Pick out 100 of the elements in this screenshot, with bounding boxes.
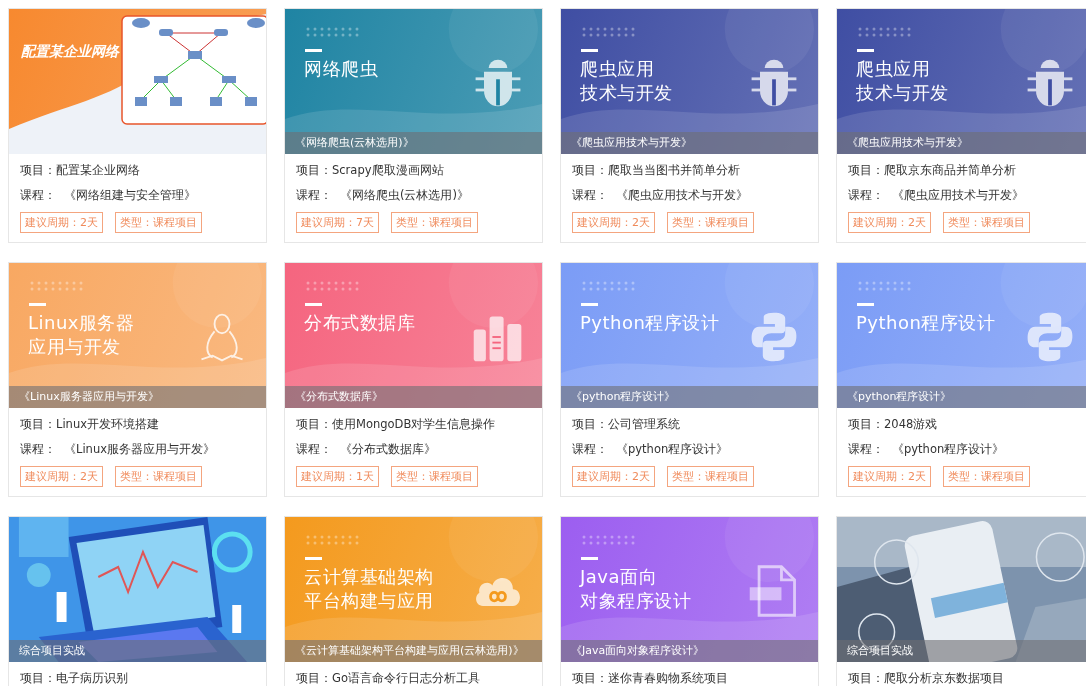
dot-pattern-icon bbox=[305, 535, 361, 545]
project-name: 项目：使用MongoDB对学生信息操作 bbox=[296, 416, 497, 432]
course-card[interactable]: 配置某企业网络 项目：配置某企业网络 课程： 《网络组建与安全管理》 建议周期：2天 类型：课程项目 bbox=[8, 8, 267, 243]
course-name: 《网络爬虫(云林选用)》 bbox=[340, 188, 469, 202]
info-tag: 建议周期：2天 bbox=[572, 212, 655, 233]
course-label: 课程： bbox=[572, 442, 608, 456]
course-label: 课程： bbox=[848, 188, 884, 202]
cover-title: Python程序设计 bbox=[856, 311, 996, 335]
dot-pattern-icon bbox=[581, 281, 637, 291]
cover-caption: 《云计算基础架构平台构建与应用(云林选用)》 bbox=[285, 640, 542, 662]
project-name: 项目：爬取当当图书并简单分析 bbox=[572, 162, 741, 178]
info-tag: 类型：课程项目 bbox=[391, 212, 478, 233]
info-tag: 建议周期：2天 bbox=[20, 212, 103, 233]
course-card[interactable]: Linux服务器 应用与开发 《Linux服务器应用与开发》 项目：Linux开发环境搭建 课程： 《Linux服务器应用与开发》 建议周期：2天 类型：课程项目 bbox=[8, 262, 267, 497]
course-label: 课程： bbox=[20, 442, 56, 456]
cover-title: 爬虫应用 bbox=[580, 57, 655, 81]
info-tag: 建议周期：2天 bbox=[20, 466, 103, 487]
title-dash bbox=[857, 49, 874, 52]
course-card[interactable]: 云计算基础架构 平台构建与应用 《云计算基础架构平台构建与应用(云林选用)》 项目：Go语言命令行日志分析工具 bbox=[284, 516, 543, 686]
cover-title: 技术与开发 bbox=[580, 81, 673, 105]
cover-title: Java面向 bbox=[580, 565, 659, 589]
course-card[interactable]: 爬虫应用 技术与开发 《爬虫应用技术与开发》 项目：爬取当当图书并简单分析 课程： 《爬虫应用技术与开发》 建议周期：2天 类型：课程项目 bbox=[560, 8, 819, 243]
info-tag: 类型：课程项目 bbox=[391, 466, 478, 487]
title-dash bbox=[305, 49, 322, 52]
cover-title: 技术与开发 bbox=[856, 81, 949, 105]
course-name: 《Linux服务器应用与开发》 bbox=[64, 442, 215, 456]
info-tag: 类型：课程项目 bbox=[667, 212, 754, 233]
dot-pattern-icon bbox=[857, 27, 913, 37]
project-name: 项目：爬取分析京东数据项目 bbox=[848, 670, 1005, 686]
cover-caption: 《Linux服务器应用与开发》 bbox=[9, 386, 266, 408]
cover-caption: 《Java面向对象程序设计》 bbox=[561, 640, 818, 662]
dot-pattern-icon bbox=[305, 281, 361, 291]
info-tag: 类型：课程项目 bbox=[943, 466, 1030, 487]
course-card[interactable]: 爬虫应用 技术与开发 《爬虫应用技术与开发》 项目：爬取京东商品并简单分析 课程： 《爬虫应用技术与开发》 建议周期：2天 类型：课程项目 bbox=[836, 8, 1086, 243]
title-dash bbox=[29, 303, 46, 306]
title-dash bbox=[305, 557, 322, 560]
cover-title: 应用与开发 bbox=[28, 335, 122, 359]
info-tag: 建议周期：2天 bbox=[848, 212, 931, 233]
course-name: 《爬虫应用技术与开发》 bbox=[616, 188, 748, 202]
project-name: 项目：配置某企业网络 bbox=[20, 162, 141, 178]
info-tag: 建议周期：2天 bbox=[848, 466, 931, 487]
project-name: 项目：电子病历识别 bbox=[20, 670, 129, 686]
cover-title: 爬虫应用 bbox=[856, 57, 931, 81]
dot-pattern-icon bbox=[305, 27, 361, 37]
title-dash bbox=[581, 49, 598, 52]
cover-caption: 《python程序设计》 bbox=[561, 386, 818, 408]
course-card[interactable]: Python程序设计 《python程序设计》 项目：2048游戏 课程： 《python程序设计》 建议周期：2天 类型：课程项目 bbox=[836, 262, 1086, 497]
course-name: 《网络组建与安全管理》 bbox=[64, 188, 196, 202]
cover-caption: 综合项目实战 bbox=[837, 640, 1086, 662]
info-tag: 类型：课程项目 bbox=[943, 212, 1030, 233]
cover-caption: 《爬虫应用技术与开发》 bbox=[837, 132, 1086, 154]
cover-caption: 《分布式数据库》 bbox=[285, 386, 542, 408]
project-name: 项目：公司管理系统 bbox=[572, 416, 681, 432]
course-name: 《python程序设计》 bbox=[892, 442, 1005, 456]
title-dash bbox=[581, 303, 598, 306]
course-card[interactable]: 网络爬虫 《网络爬虫(云林选用)》 项目：Scrapy爬取漫画网站 课程： 《网络爬虫(云林选用)》 建议周期：7天 类型：课程项目 bbox=[284, 8, 543, 243]
project-name: 项目：Scrapy爬取漫画网站 bbox=[296, 162, 445, 178]
cover-title: 分布式数据库 bbox=[304, 311, 415, 335]
course-label: 课程： bbox=[848, 442, 884, 456]
course-name: 《爬虫应用技术与开发》 bbox=[892, 188, 1024, 202]
dot-pattern-icon bbox=[581, 535, 637, 545]
project-name: 项目：爬取京东商品并简单分析 bbox=[848, 162, 1017, 178]
cover-caption: 《爬虫应用技术与开发》 bbox=[561, 132, 818, 154]
cover-caption: 综合项目实战 bbox=[9, 640, 266, 662]
info-tag: 类型：课程项目 bbox=[115, 212, 202, 233]
cover-title: Python程序设计 bbox=[580, 311, 720, 335]
course-card[interactable]: Python程序设计 《python程序设计》 项目：公司管理系统 课程： 《python程序设计》 建议周期：2天 类型：课程项目 bbox=[560, 262, 819, 497]
info-tag: 建议周期：2天 bbox=[572, 466, 655, 487]
info-tag: 类型：课程项目 bbox=[667, 466, 754, 487]
course-label: 课程： bbox=[20, 188, 56, 202]
course-card[interactable]: 分布式数据库 《分布式数据库》 项目：使用MongoDB对学生信息操作 课程： 《分布式数据库》 建议周期：1天 类型：课程项目 bbox=[284, 262, 543, 497]
course-label: 课程： bbox=[296, 188, 332, 202]
title-dash bbox=[581, 557, 598, 560]
cover-title: Linux服务器 bbox=[28, 311, 135, 335]
cover-title: 配置某企业网络 bbox=[21, 43, 119, 61]
course-card[interactable]: 综合项目实战 项目：电子病历识别 bbox=[8, 516, 267, 686]
dot-pattern-icon bbox=[581, 27, 637, 37]
project-name: 项目：2048游戏 bbox=[848, 416, 939, 432]
info-tag: 建议周期：7天 bbox=[296, 212, 379, 233]
course-label: 课程： bbox=[572, 188, 608, 202]
dot-pattern-icon bbox=[857, 281, 913, 291]
info-tag: 建议周期：1天 bbox=[296, 466, 379, 487]
cover-title: 对象程序设计 bbox=[580, 589, 691, 613]
course-name: 《python程序设计》 bbox=[616, 442, 729, 456]
course-label: 课程： bbox=[296, 442, 332, 456]
project-name: 项目：Go语言命令行日志分析工具 bbox=[296, 670, 481, 686]
cover-caption: 《python程序设计》 bbox=[837, 386, 1086, 408]
cover-title: 云计算基础架构 bbox=[304, 565, 434, 589]
title-dash bbox=[305, 303, 322, 306]
course-card[interactable]: Java面向 对象程序设计 《Java面向对象程序设计》 项目：迷你青春购物系统项目 bbox=[560, 516, 819, 686]
title-dash bbox=[857, 303, 874, 306]
course-card[interactable]: 综合项目实战 项目：爬取分析京东数据项目 bbox=[836, 516, 1086, 686]
info-tag: 类型：课程项目 bbox=[115, 466, 202, 487]
cover-title: 网络爬虫 bbox=[304, 57, 378, 81]
dot-pattern-icon bbox=[29, 281, 85, 291]
project-name: 项目：迷你青春购物系统项目 bbox=[572, 670, 729, 686]
cover-title: 平台构建与应用 bbox=[304, 589, 434, 613]
course-name: 《分布式数据库》 bbox=[340, 442, 436, 456]
project-name: 项目：Linux开发环境搭建 bbox=[20, 416, 160, 432]
cover-caption: 《网络爬虫(云林选用)》 bbox=[285, 132, 542, 154]
